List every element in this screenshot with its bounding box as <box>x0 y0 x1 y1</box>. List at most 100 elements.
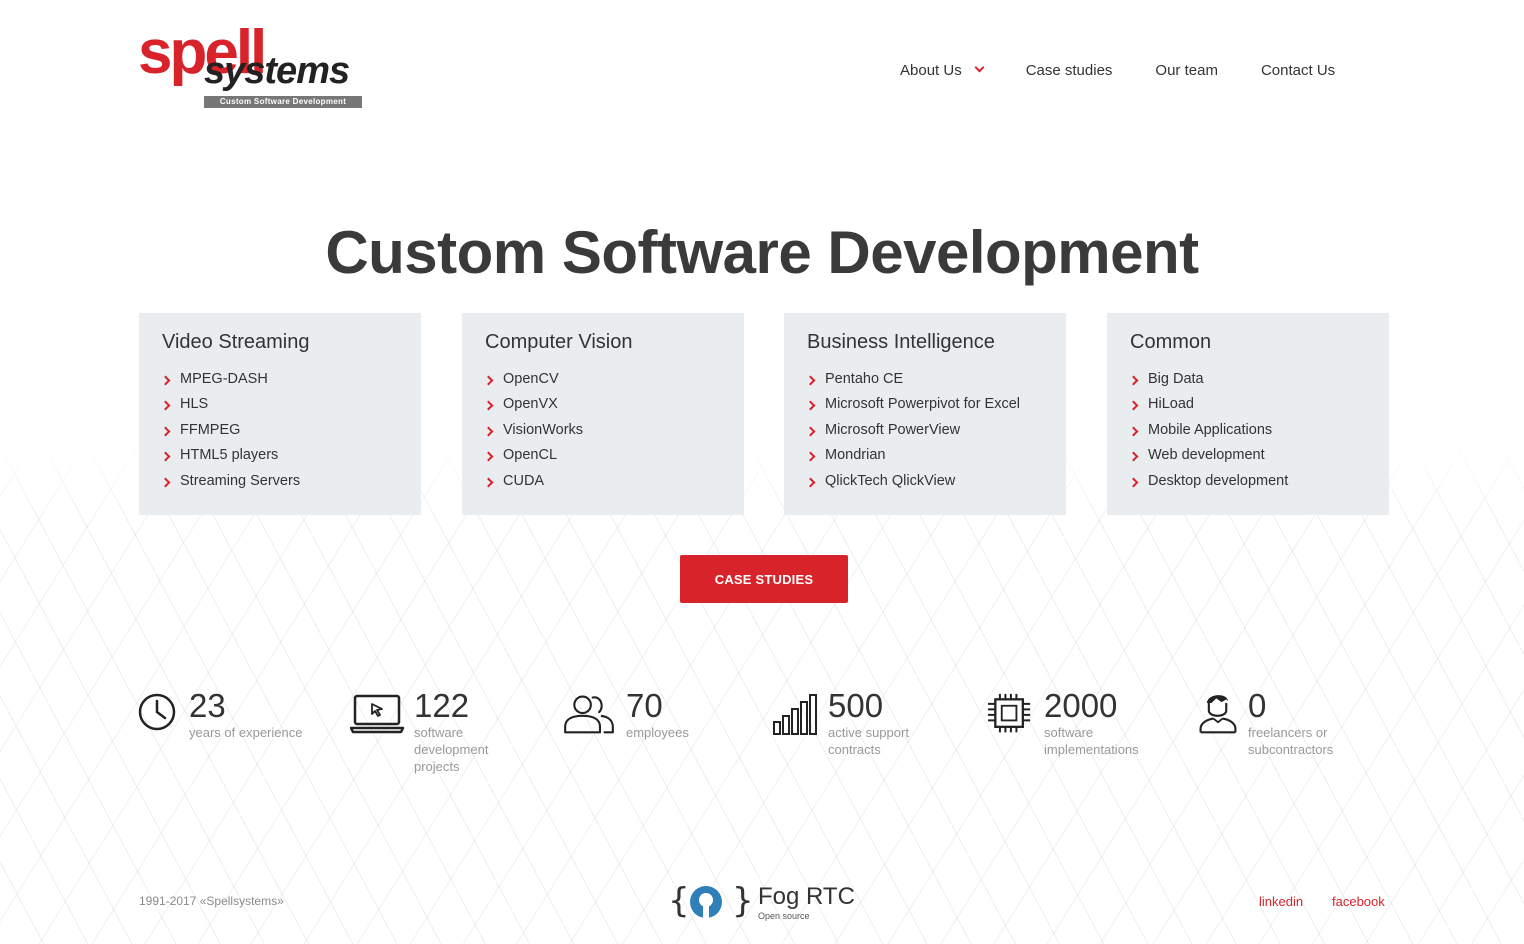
stat-value: 70 <box>626 687 663 724</box>
list-item[interactable]: Mobile Applications <box>1128 417 1389 443</box>
list-item-label: Streaming Servers <box>180 472 301 489</box>
list-item[interactable]: Streaming Servers <box>160 468 421 494</box>
logo-word-systems: systems <box>204 50 350 92</box>
chevron-right-icon <box>160 426 171 437</box>
list-item-label: FFMPEG <box>180 421 241 438</box>
nav-about-us-label: About Us <box>900 61 962 79</box>
stat-text: 23 years of experience <box>189 688 302 741</box>
chevron-right-icon <box>805 426 816 437</box>
chip-icon <box>988 693 1031 733</box>
stat-value: 500 <box>828 687 884 724</box>
stat-label: projects <box>414 759 460 774</box>
card-computer-vision: Computer Vision OpenCV OpenVX VisionWork… <box>462 313 744 515</box>
chevron-right-icon <box>483 477 494 488</box>
list-item-label: Mondrian <box>825 447 886 464</box>
list-item-label: OpenCL <box>503 447 558 464</box>
stat-years: 23 years of experience <box>137 688 302 741</box>
chevron-right-icon <box>483 426 494 437</box>
person-icon <box>1199 695 1237 734</box>
stat-label: employees <box>626 725 689 740</box>
linkedin-link[interactable]: linkedin <box>1259 894 1303 909</box>
card-common: Common Big Data HiLoad Mobile Applicatio… <box>1107 313 1389 515</box>
main-nav: About Us Case studies Our team Contact U… <box>900 58 1335 82</box>
nav-our-team-label: Our team <box>1155 61 1218 79</box>
list-item-label: HTML5 players <box>180 447 279 464</box>
list-item[interactable]: HLS <box>160 392 421 418</box>
list-item[interactable]: QlickTech QlickView <box>805 468 1066 494</box>
stat-label: software <box>414 725 464 740</box>
list-item-label: Mobile Applications <box>1148 421 1273 438</box>
list-item-label: VisionWorks <box>503 421 584 438</box>
list-item[interactable]: Desktop development <box>1128 468 1389 494</box>
chevron-right-icon <box>483 400 494 411</box>
stat-text: 500 active support contracts <box>828 688 909 758</box>
stat-label: active support <box>828 725 909 740</box>
list-item-label: HiLoad <box>1148 396 1194 413</box>
nav-about-us[interactable]: About Us <box>900 61 985 79</box>
stat-label: software <box>1044 725 1094 740</box>
card-business-intelligence: Business Intelligence Pentaho CE Microso… <box>784 313 1066 515</box>
stat-value: 23 <box>189 687 226 724</box>
fog-rtc-logo[interactable]: { } Fog RTC Open source <box>668 882 868 924</box>
list-item-label: Big Data <box>1148 370 1204 387</box>
list-item-label: Microsoft Powerpivot for Excel <box>825 396 1021 413</box>
stat-implementations: 2000 software implementations <box>984 688 1139 758</box>
company-logo[interactable]: spell systems Custom Software Developmen… <box>138 22 374 110</box>
stat-label: years of experience <box>189 725 303 740</box>
stat-text: 2000 software implementations <box>1044 688 1139 758</box>
nav-our-team[interactable]: Our team <box>1155 62 1218 79</box>
card-list: OpenCV OpenVX VisionWorks OpenCL CUDA <box>483 366 744 494</box>
chevron-down-icon <box>974 62 985 73</box>
nav-case-studies[interactable]: Case studies <box>1026 62 1113 79</box>
copyright-text: 1991-2017 «Spellsystems» <box>139 894 284 908</box>
page-title: Custom Software Development <box>325 219 1199 286</box>
list-item[interactable]: Big Data <box>1128 366 1389 392</box>
stat-text: 70 employees <box>626 688 689 741</box>
chevron-right-icon <box>805 477 816 488</box>
list-item-label: Pentaho CE <box>825 370 904 387</box>
card-title: Business Intelligence <box>807 331 995 353</box>
chevron-right-icon <box>1128 426 1139 437</box>
list-item-label: MPEG-DASH <box>180 370 268 387</box>
list-item-label: HLS <box>180 396 209 413</box>
fog-rtc-name: Fog RTC <box>758 883 855 910</box>
stat-label: implementations <box>1044 742 1139 757</box>
list-item[interactable]: OpenVX <box>483 392 744 418</box>
chevron-right-icon <box>1128 477 1139 488</box>
list-item[interactable]: FFMPEG <box>160 417 421 443</box>
list-item[interactable]: Microsoft PowerView <box>805 417 1066 443</box>
list-item[interactable]: HTML5 players <box>160 443 421 469</box>
stat-label: development <box>414 742 489 757</box>
list-item[interactable]: Pentaho CE <box>805 366 1066 392</box>
list-item-label: Desktop development <box>1148 472 1289 489</box>
list-item-label: CUDA <box>503 472 545 489</box>
bar-chart-icon <box>773 694 817 735</box>
case-studies-button[interactable]: CASE STUDIES <box>680 555 848 603</box>
list-item[interactable]: VisionWorks <box>483 417 744 443</box>
list-item[interactable]: HiLoad <box>1128 392 1389 418</box>
list-item[interactable]: Microsoft Powerpivot for Excel <box>805 392 1066 418</box>
chevron-right-icon <box>160 477 171 488</box>
list-item-label: Microsoft PowerView <box>825 421 961 438</box>
list-item[interactable]: OpenCV <box>483 366 744 392</box>
chevron-right-icon <box>805 451 816 462</box>
fog-rtc-subtitle: Open source <box>758 911 810 921</box>
services-cards: Video Streaming MPEG-DASH HLS FFMPEG HTM… <box>139 313 1389 515</box>
people-icon <box>564 695 614 734</box>
card-list: Pentaho CE Microsoft Powerpivot for Exce… <box>805 366 1066 494</box>
list-item[interactable]: Web development <box>1128 443 1389 469</box>
list-item[interactable]: Mondrian <box>805 443 1066 469</box>
nav-contact-us[interactable]: Contact Us <box>1261 62 1335 79</box>
list-item[interactable]: MPEG-DASH <box>160 366 421 392</box>
stat-label: contracts <box>828 742 881 757</box>
chevron-right-icon <box>1128 375 1139 386</box>
facebook-link[interactable]: facebook <box>1332 894 1385 909</box>
list-item-label: QlickTech QlickView <box>825 472 956 489</box>
brace-close: } <box>732 881 754 921</box>
chevron-right-icon <box>160 375 171 386</box>
stat-label: subcontractors <box>1248 742 1334 757</box>
brace-open: { <box>668 881 690 921</box>
stat-employees: 70 employees <box>560 688 689 741</box>
list-item[interactable]: CUDA <box>483 468 744 494</box>
list-item[interactable]: OpenCL <box>483 443 744 469</box>
